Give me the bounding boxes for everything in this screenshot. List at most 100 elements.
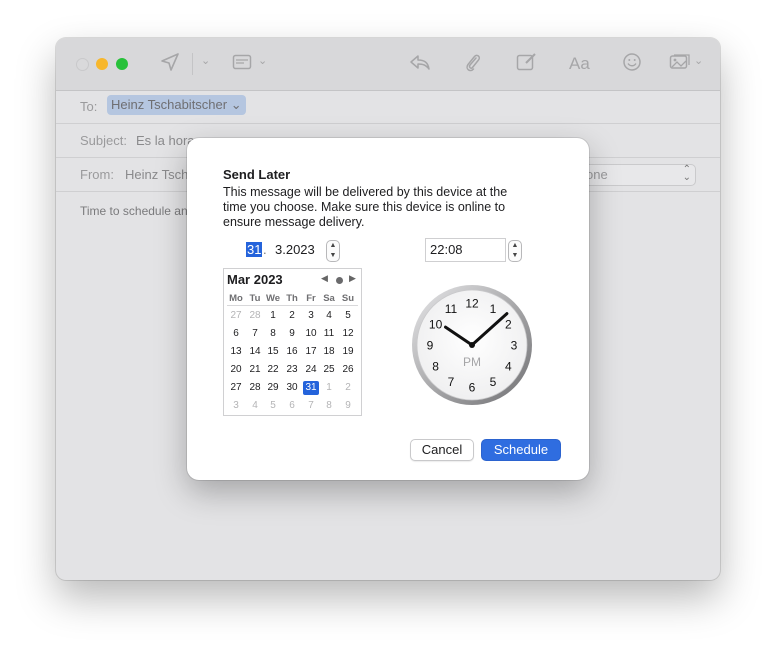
from-account-select[interactable]: one ⌃ ⌄ [581, 164, 696, 186]
calendar-day[interactable]: 7 [303, 399, 319, 413]
calendar-day[interactable]: 3 [303, 309, 319, 323]
clock-period-label: PM [463, 355, 481, 369]
clock-numeral: 6 [469, 381, 476, 395]
analog-clock[interactable]: 12 12 3 45678 9 1011 PM [411, 284, 533, 406]
calendar-day[interactable]: 17 [303, 345, 319, 359]
calendar-day[interactable]: 21 [247, 363, 263, 377]
chevron-down-icon[interactable]: ▼ [327, 251, 339, 261]
calendar-day[interactable]: 3 [228, 399, 244, 413]
calendar-day[interactable]: 28 [247, 309, 263, 323]
chevron-down-icon[interactable]: ⌄ [201, 54, 210, 67]
close-window-button[interactable] [76, 58, 89, 71]
chevron-down-icon[interactable]: ⌄ [258, 54, 267, 67]
chevron-up-icon[interactable]: ▲ [509, 241, 521, 251]
time-field[interactable]: 22:08 [425, 238, 506, 262]
date-field[interactable]: 31 . 3.2023 [243, 239, 336, 261]
calendar-day[interactable]: 13 [228, 345, 244, 359]
calendar-day[interactable]: 10 [303, 327, 319, 341]
reply-icon[interactable] [409, 52, 431, 78]
calendar-day[interactable]: 4 [321, 309, 337, 323]
calendar-day[interactable]: 22 [265, 363, 281, 377]
time-stepper[interactable]: ▲ ▼ [508, 240, 522, 262]
chevron-up-icon[interactable]: ▲ [327, 241, 339, 251]
calendar-day[interactable]: 26 [340, 363, 356, 377]
calendar-weekday-label: Fr [306, 293, 316, 304]
zoom-window-button[interactable] [116, 58, 128, 70]
cancel-button[interactable]: Cancel [410, 439, 474, 461]
calendar-day[interactable]: 6 [228, 327, 244, 341]
clock-numeral: 1 [490, 302, 497, 316]
calendar-day[interactable]: 5 [340, 309, 356, 323]
from-select-value: one [586, 167, 608, 182]
prev-month-arrow-icon[interactable]: ◀ [321, 273, 328, 284]
date-month-year-segment[interactable]: 3.2023 [275, 242, 315, 257]
calendar-day[interactable]: 24 [303, 363, 319, 377]
calendar-day[interactable]: 14 [247, 345, 263, 359]
calendar-day[interactable]: 25 [321, 363, 337, 377]
minimize-window-button[interactable] [96, 58, 108, 70]
toolbar: ⌄ ⌄ Aa ⌄ [56, 38, 720, 91]
photo-browser-icon[interactable] [669, 52, 691, 78]
next-month-arrow-icon[interactable]: ▶ [349, 273, 356, 284]
calendar-day[interactable]: 30 [284, 381, 300, 395]
calendar-weekday-label: We [265, 293, 281, 304]
calendar-day[interactable]: 4 [247, 399, 263, 413]
calendar-day[interactable]: 2 [340, 381, 356, 395]
calendar-day[interactable]: 8 [265, 327, 281, 341]
schedule-button[interactable]: Schedule [481, 439, 561, 461]
calendar-day[interactable]: 20 [228, 363, 244, 377]
send-icon[interactable] [160, 52, 180, 78]
clock-numeral: 8 [432, 360, 439, 374]
chevron-down-icon: ⌄ [227, 97, 242, 112]
subject-label: Subject: [80, 133, 127, 148]
calendar-day[interactable]: 18 [321, 345, 337, 359]
clock-numeral: 2 [505, 318, 512, 332]
message-body[interactable]: Time to schedule an [80, 204, 188, 218]
date-day-segment[interactable]: 31 [246, 242, 263, 257]
header-fields-icon[interactable] [232, 52, 252, 78]
calendar-day[interactable]: 11 [321, 327, 337, 341]
calendar-day[interactable]: 27 [228, 381, 244, 395]
dialog-title: Send Later [223, 167, 291, 182]
time-value: 22:08 [430, 242, 463, 257]
calendar-day[interactable]: 12 [340, 327, 356, 341]
clock-numeral: 12 [465, 297, 479, 311]
calendar-day[interactable]: 2 [284, 309, 300, 323]
date-stepper[interactable]: ▲ ▼ [326, 240, 340, 262]
date-separator: . [263, 242, 267, 257]
toolbar-separator [192, 53, 193, 75]
clock-numeral: 3 [511, 339, 518, 353]
send-later-dialog: Send Later This message will be delivere… [187, 138, 589, 480]
calendar-day[interactable]: 1 [265, 309, 281, 323]
calendar-weekday-label: Su [341, 293, 355, 304]
calendar-day[interactable]: 7 [247, 327, 263, 341]
chevron-down-icon[interactable]: ⌄ [694, 54, 703, 67]
calendar-day[interactable]: 1 [321, 381, 337, 395]
subject-field[interactable]: Es la hora [136, 133, 195, 148]
calendar-weekday-label: Tu [249, 293, 261, 304]
calendar-day[interactable]: 6 [284, 399, 300, 413]
calendar-day[interactable]: 16 [284, 345, 300, 359]
calendar-day[interactable]: 15 [265, 345, 281, 359]
calendar-day[interactable]: 29 [265, 381, 281, 395]
calendar-month-label: Mar 2023 [227, 272, 283, 287]
today-dot-button[interactable] [336, 277, 343, 284]
calendar-day[interactable]: 9 [284, 327, 300, 341]
calendar-day[interactable]: 31 [303, 381, 319, 395]
emoji-icon[interactable] [622, 52, 642, 78]
calendar-day[interactable]: 19 [340, 345, 356, 359]
calendar-day[interactable]: 27 [228, 309, 244, 323]
calendar-divider [227, 305, 358, 306]
calendar-day[interactable]: 9 [340, 399, 356, 413]
clock-numeral: 9 [427, 339, 434, 353]
chevron-down-icon[interactable]: ▼ [509, 251, 521, 261]
clock-numeral: 4 [505, 360, 512, 374]
markup-icon[interactable] [516, 52, 538, 78]
format-text-icon[interactable]: Aa [569, 52, 590, 76]
calendar-day[interactable]: 5 [265, 399, 281, 413]
calendar-day[interactable]: 28 [247, 381, 263, 395]
calendar-day[interactable]: 8 [321, 399, 337, 413]
paperclip-icon[interactable] [464, 52, 482, 80]
recipient-token[interactable]: Heinz Tschabitscher ⌄ [107, 95, 246, 115]
calendar-day[interactable]: 23 [284, 363, 300, 377]
